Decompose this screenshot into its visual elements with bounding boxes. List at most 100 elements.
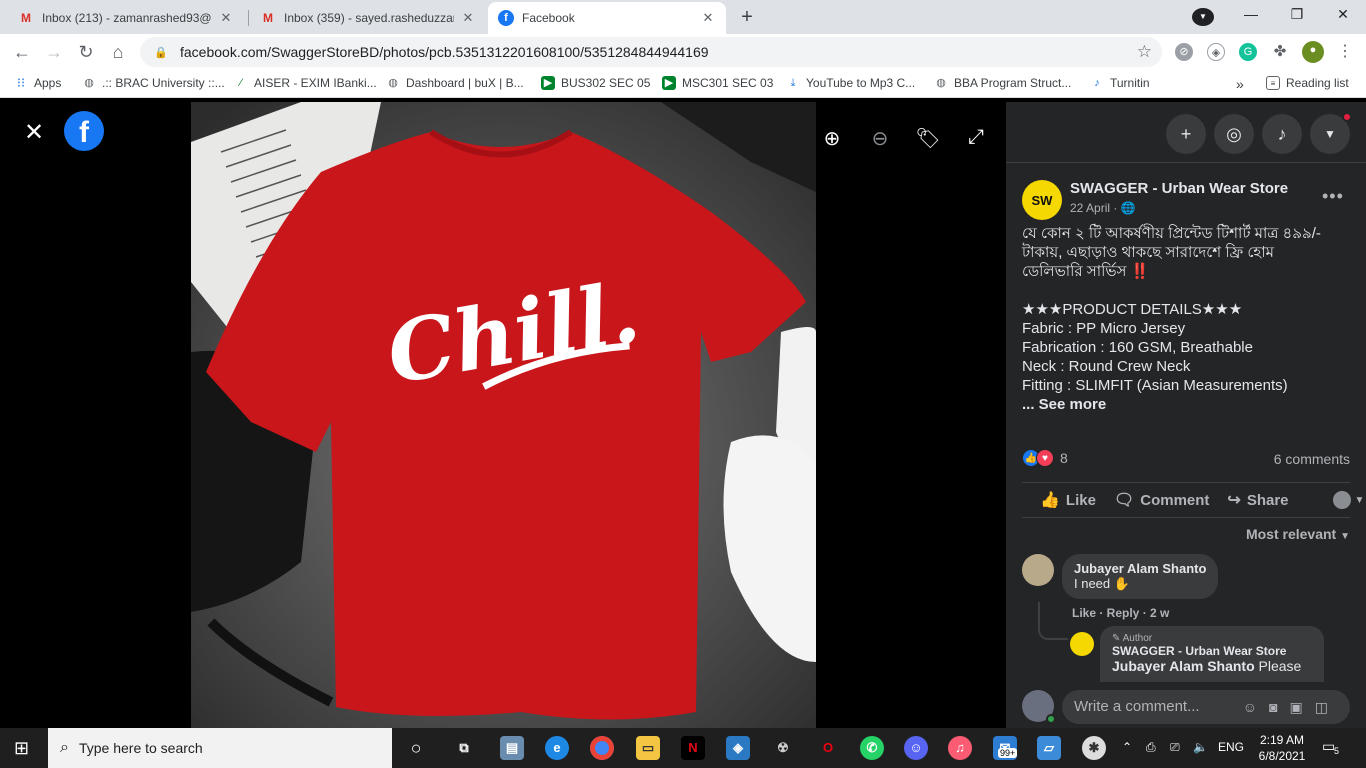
cortana-icon[interactable]: ○ <box>404 736 428 760</box>
react-as-selector[interactable]: ▼ <box>1332 491 1364 509</box>
chrome-icon[interactable] <box>590 736 614 760</box>
shield-icon[interactable]: ◈ <box>1207 43 1225 61</box>
page-avatar[interactable]: SW <box>1022 180 1062 220</box>
close-icon[interactable]: ✕ <box>460 10 476 26</box>
comment-count[interactable]: 6 comments <box>1274 451 1350 467</box>
panel-header: + ◎ ♪ ▼ <box>1006 102 1366 163</box>
notifications-bell-icon[interactable]: ♪ <box>1262 114 1302 154</box>
volume-icon[interactable]: 🔈 <box>1193 740 1208 754</box>
post-line: ডেলিভারি সার্ভিস ‼️ <box>1022 263 1150 280</box>
itunes-icon[interactable]: ♫ <box>948 736 972 760</box>
tray-chevron-icon[interactable]: ⌃ <box>1122 740 1132 754</box>
bookmark-aiser[interactable]: ⁄ AISER - EXIM IBanki... <box>234 76 377 90</box>
bookmark-label: Turnitin <box>1110 76 1150 90</box>
address-bar[interactable]: 🔒 facebook.com/SwaggerStoreBD/photos/pcb… <box>140 37 1162 67</box>
tag-icon[interactable]: 🏷 <box>915 126 941 152</box>
reload-button[interactable]: ↻ <box>74 40 98 64</box>
close-icon[interactable]: ✕ <box>700 10 716 26</box>
app-icon[interactable]: ▤ <box>500 736 524 760</box>
notification-dot <box>1342 112 1352 122</box>
facebook-logo-icon[interactable]: f <box>64 111 104 151</box>
sticker-icon[interactable]: ◫ <box>1315 699 1340 715</box>
maximize-button[interactable]: ❐ <box>1282 6 1312 28</box>
extension-icon[interactable]: ⊘ <box>1175 43 1193 61</box>
page-avatar-reply[interactable] <box>1070 632 1094 656</box>
post-date[interactable]: 22 April · 🌐 <box>1070 201 1136 215</box>
forward-button[interactable]: → <box>42 40 66 64</box>
commenter-name[interactable]: Jubayer Alam Shanto <box>1074 561 1206 576</box>
grammarly-icon[interactable]: G <box>1239 43 1257 61</box>
menu-icon[interactable]: ⋮ <box>1336 43 1354 61</box>
close-icon[interactable]: ✕ <box>218 10 234 26</box>
app-icon[interactable]: ◈ <box>726 736 750 760</box>
messenger-icon[interactable]: ◎ <box>1214 114 1254 154</box>
windows-start-icon[interactable]: ⊞ <box>14 738 29 759</box>
bookmark-star-icon[interactable]: ☆ <box>1137 42 1152 62</box>
close-window-button[interactable]: ✕ <box>1328 6 1358 28</box>
share-button[interactable]: ↪ Share <box>1227 490 1288 510</box>
zoom-in-icon[interactable]: ⊕ <box>819 126 845 152</box>
discord-icon[interactable]: ☺ <box>904 736 928 760</box>
app-icon[interactable]: ✱ <box>1082 736 1106 760</box>
comment-button[interactable]: 🗨 Comment <box>1114 490 1209 510</box>
app-icon[interactable]: ☢ <box>771 736 795 760</box>
edge-icon[interactable]: e <box>545 736 569 760</box>
post-options-icon[interactable]: ••• <box>1322 186 1344 207</box>
bookmark-bux[interactable]: ◍ Dashboard | buX | B... <box>386 76 523 90</box>
taskbar-search[interactable]: ⌕ Type here to search <box>48 728 392 768</box>
comment-input[interactable]: Write a comment... ☺◙▣◫ <box>1062 690 1350 724</box>
file-explorer-icon[interactable]: ▭ <box>636 736 660 760</box>
bookmark-bba[interactable]: ◍ BBA Program Struct... <box>934 76 1071 90</box>
network-icon[interactable]: ⎚ <box>1170 740 1180 755</box>
see-more-link[interactable]: ... See more <box>1022 395 1352 414</box>
comment-sort-dropdown[interactable]: Most relevant ▼ <box>1246 526 1350 542</box>
bookmark-youtube-mp3[interactable]: ⤓ YouTube to Mp3 C... <box>786 76 916 90</box>
tray-icon[interactable]: ⎙ <box>1146 740 1156 755</box>
bookmark-msc301[interactable]: ▶ MSC301 SEC 03 <box>662 76 773 90</box>
fullscreen-icon[interactable]: ⤢ <box>963 126 989 152</box>
create-button[interactable]: + <box>1166 114 1206 154</box>
commenter-avatar[interactable] <box>1022 554 1054 586</box>
puzzle-icon[interactable]: ✤ <box>1271 43 1289 61</box>
tab-label: Facebook <box>522 11 575 25</box>
bookmark-turnitin[interactable]: ♪ Turnitin <box>1090 76 1150 90</box>
bookmark-apps[interactable]: ⁝⁝ Apps <box>14 76 62 91</box>
comment-composer: Write a comment... ☺◙▣◫ <box>1006 682 1366 728</box>
bookmark-brac[interactable]: ◍ .:: BRAC University ::... <box>82 76 225 90</box>
zoom-out-icon[interactable]: ⊖ <box>867 126 893 152</box>
opera-icon[interactable]: O <box>816 736 840 760</box>
reading-list-label: Reading list <box>1286 76 1349 90</box>
close-viewer-icon[interactable]: ✕ <box>24 118 48 146</box>
profile-dropdown-icon[interactable]: ▼ <box>1192 8 1214 26</box>
more-bookmarks-button[interactable]: » <box>1236 76 1244 92</box>
new-tab-button[interactable]: + <box>735 6 759 30</box>
camera-icon[interactable]: ◙ <box>1269 699 1289 715</box>
tab-gmail-2[interactable]: M Inbox (359) - sayed.rasheduzzam ✕ <box>250 2 486 34</box>
reaction-summary[interactable]: 👍 ♥ 8 <box>1022 449 1068 467</box>
taskbar-clock[interactable]: 2:19 AM 6/8/2021 <box>1252 732 1312 764</box>
comment-bubble: Jubayer Alam Shanto I need ✋ <box>1062 554 1219 599</box>
profile-avatar[interactable]: ● <box>1302 41 1324 63</box>
comment-actions[interactable]: Like · Reply · 2 w <box>1072 606 1169 620</box>
back-button[interactable]: ← <box>10 40 34 64</box>
emoji-icon[interactable]: ☺ <box>1243 699 1269 715</box>
bookmark-bus302[interactable]: ▶ BUS302 SEC 05 <box>541 76 650 90</box>
reading-list-button[interactable]: ≡ Reading list <box>1266 76 1349 90</box>
reply-author-name[interactable]: SWAGGER - Urban Wear Store <box>1112 644 1312 658</box>
whatsapp-icon[interactable]: ✆ <box>860 736 884 760</box>
language-indicator[interactable]: ENG <box>1218 740 1244 754</box>
page-name-link[interactable]: SWAGGER - Urban Wear Store <box>1070 180 1288 197</box>
minimize-button[interactable]: — <box>1236 6 1266 28</box>
task-view-icon[interactable]: ⧉ <box>452 736 476 760</box>
gif-icon[interactable]: ▣ <box>1290 699 1315 715</box>
tab-facebook[interactable]: f Facebook ✕ <box>488 2 726 34</box>
tab-gmail-1[interactable]: M Inbox (213) - zamanrashed93@g ✕ <box>8 2 244 34</box>
globe-icon: 🌐 <box>1120 201 1136 215</box>
home-button[interactable]: ⌂ <box>106 40 130 64</box>
netflix-icon[interactable]: N <box>681 736 705 760</box>
app-icon[interactable]: ▱ <box>1037 736 1061 760</box>
account-menu-button[interactable]: ▼ <box>1310 112 1352 154</box>
screen: M Inbox (213) - zamanrashed93@g ✕ M Inbo… <box>0 0 1366 768</box>
reply-mention[interactable]: Jubayer Alam Shanto <box>1112 658 1255 674</box>
like-button[interactable]: 👍 Like <box>1040 490 1096 510</box>
